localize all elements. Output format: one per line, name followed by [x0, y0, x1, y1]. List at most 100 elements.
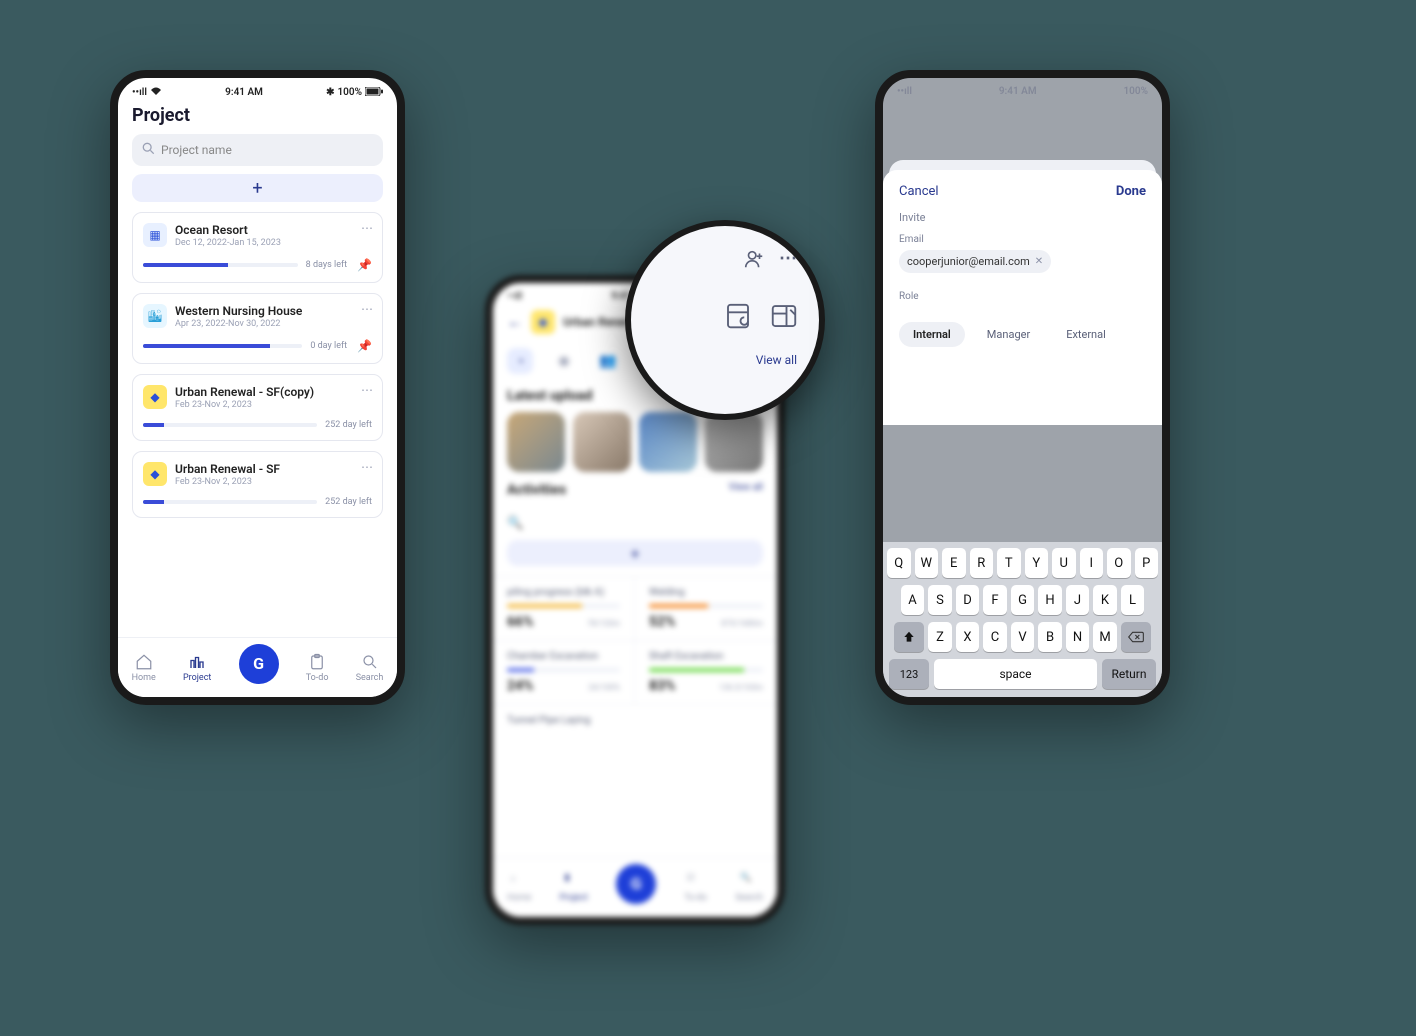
nav-home[interactable]: Home — [132, 653, 156, 683]
key-g[interactable]: G — [1011, 585, 1035, 615]
todo-icon: ☑ — [687, 873, 705, 891]
role-option-manager[interactable]: Manager — [973, 322, 1044, 347]
nav-center-button[interactable]: G — [239, 644, 279, 684]
key-v[interactable]: V — [1011, 622, 1035, 652]
days-left: 252 day left — [325, 420, 372, 430]
key-space[interactable]: space — [934, 659, 1097, 689]
tab-people[interactable]: 👥 — [595, 348, 621, 374]
nav-project[interactable]: Project — [183, 653, 211, 683]
key-t[interactable]: T — [997, 548, 1021, 578]
activity-card[interactable]: Shaft Excavation83%136.5/165m — [635, 641, 777, 705]
activities-label: Activities — [507, 482, 566, 498]
key-a[interactable]: A — [901, 585, 925, 615]
calculator-icon[interactable] — [723, 301, 753, 331]
nav-home[interactable]: ⌂Home — [507, 873, 531, 903]
project-icon: ◆ — [531, 310, 555, 334]
key-l[interactable]: L — [1121, 585, 1145, 615]
project-name: Ocean Resort — [175, 223, 281, 237]
nav-project[interactable]: ▮Project — [560, 873, 588, 903]
nav-search[interactable]: 🔍Search — [735, 873, 763, 903]
add-project-button[interactable]: + — [132, 174, 383, 202]
project-icon — [188, 653, 206, 671]
project-card[interactable]: ⋯▦Ocean ResortDec 12, 2022-Jan 15, 20238… — [132, 212, 383, 283]
done-button[interactable]: Done — [1116, 184, 1146, 199]
email-label: Email — [899, 234, 1146, 245]
key-j[interactable]: J — [1066, 585, 1090, 615]
home-icon — [135, 653, 153, 671]
tab-progress[interactable]: ◔ — [507, 348, 533, 374]
key-b[interactable]: B — [1038, 622, 1062, 652]
project-card[interactable]: ⋯◆Urban Renewal - SFFeb 23-Nov 2, 202325… — [132, 451, 383, 518]
view-all-link[interactable]: View all — [729, 482, 763, 498]
upload-thumb[interactable] — [705, 412, 763, 472]
modal-title: Invite — [899, 211, 1146, 224]
key-m[interactable]: M — [1093, 622, 1117, 652]
activities-search[interactable]: 🔍 — [507, 512, 763, 534]
activity-card[interactable]: Welding52%875/1680m — [635, 577, 777, 641]
battery-text: 100% — [337, 87, 362, 98]
project-dates: Feb 23-Nov 2, 2023 — [175, 400, 314, 410]
nav-todo[interactable]: ☑To-do — [684, 873, 707, 903]
view-all-link[interactable]: View all — [631, 331, 819, 367]
email-input[interactable]: cooperjunior@email.com ✕ — [899, 250, 1146, 273]
key-w[interactable]: W — [915, 548, 939, 578]
pin-icon[interactable]: 📌 — [357, 339, 372, 353]
key-backspace[interactable] — [1121, 622, 1151, 652]
cancel-button[interactable]: Cancel — [899, 184, 939, 199]
activity-pct: 66% — [507, 614, 533, 630]
key-u[interactable]: U — [1052, 548, 1076, 578]
add-user-icon[interactable] — [743, 248, 765, 275]
card-more-icon[interactable]: ⋯ — [361, 221, 374, 235]
key-z[interactable]: Z — [928, 622, 952, 652]
role-option-external[interactable]: External — [1052, 322, 1120, 347]
project-card[interactable]: ⋯◆Urban Renewal - SF(copy)Feb 23-Nov 2, … — [132, 374, 383, 441]
pin-icon[interactable]: 📌 — [357, 258, 372, 272]
key-x[interactable]: X — [956, 622, 980, 652]
email-chip[interactable]: cooperjunior@email.com ✕ — [899, 250, 1051, 273]
key-i[interactable]: I — [1080, 548, 1104, 578]
key-return[interactable]: Return — [1102, 659, 1156, 689]
key-123[interactable]: 123 — [889, 659, 929, 689]
activity-name: piling progress (blk A) — [507, 587, 620, 598]
card-more-icon[interactable]: ⋯ — [361, 383, 374, 397]
key-q[interactable]: Q — [887, 548, 911, 578]
upload-thumb[interactable] — [573, 412, 631, 472]
more-icon[interactable]: ⋯ — [779, 248, 797, 275]
blueprint-icon[interactable] — [769, 301, 799, 331]
remove-chip-icon[interactable]: ✕ — [1035, 256, 1043, 267]
card-more-icon[interactable]: ⋯ — [361, 460, 374, 474]
key-f[interactable]: F — [983, 585, 1007, 615]
role-option-internal[interactable]: Internal — [899, 322, 965, 347]
key-y[interactable]: Y — [1025, 548, 1049, 578]
key-n[interactable]: N — [1066, 622, 1090, 652]
status-time: 9:41 AM — [225, 87, 263, 98]
key-s[interactable]: S — [928, 585, 952, 615]
key-r[interactable]: R — [970, 548, 994, 578]
back-icon[interactable]: ← — [507, 312, 523, 332]
key-o[interactable]: O — [1107, 548, 1131, 578]
nav-center-button[interactable]: G — [616, 864, 656, 904]
activity-card[interactable]: piling progress (blk A)66%78/120m — [493, 577, 635, 641]
key-d[interactable]: D — [956, 585, 980, 615]
card-more-icon[interactable]: ⋯ — [361, 302, 374, 316]
search-input[interactable]: Project name — [132, 134, 383, 166]
activity-card[interactable]: Chamber Excavation24%24/100% — [493, 641, 635, 705]
project-card[interactable]: ⋯🏙Western Nursing HouseApr 23, 2022-Nov … — [132, 293, 383, 364]
nav-search[interactable]: Search — [356, 653, 384, 683]
add-activity-button[interactable]: + — [507, 540, 763, 566]
todo-icon — [308, 653, 326, 671]
key-k[interactable]: K — [1093, 585, 1117, 615]
key-c[interactable]: C — [983, 622, 1007, 652]
upload-thumb[interactable] — [507, 412, 565, 472]
search-icon — [142, 142, 155, 158]
nav-home-label: Home — [132, 673, 156, 683]
project-type-icon: ▦ — [143, 223, 167, 247]
nav-todo[interactable]: To-do — [306, 653, 329, 683]
upload-thumb[interactable] — [639, 412, 697, 472]
tab-2[interactable]: ◉ — [551, 348, 577, 374]
key-p[interactable]: P — [1135, 548, 1159, 578]
key-e[interactable]: E — [942, 548, 966, 578]
key-shift[interactable] — [894, 622, 924, 652]
key-h[interactable]: H — [1038, 585, 1062, 615]
activity-pct: 83% — [649, 678, 675, 694]
